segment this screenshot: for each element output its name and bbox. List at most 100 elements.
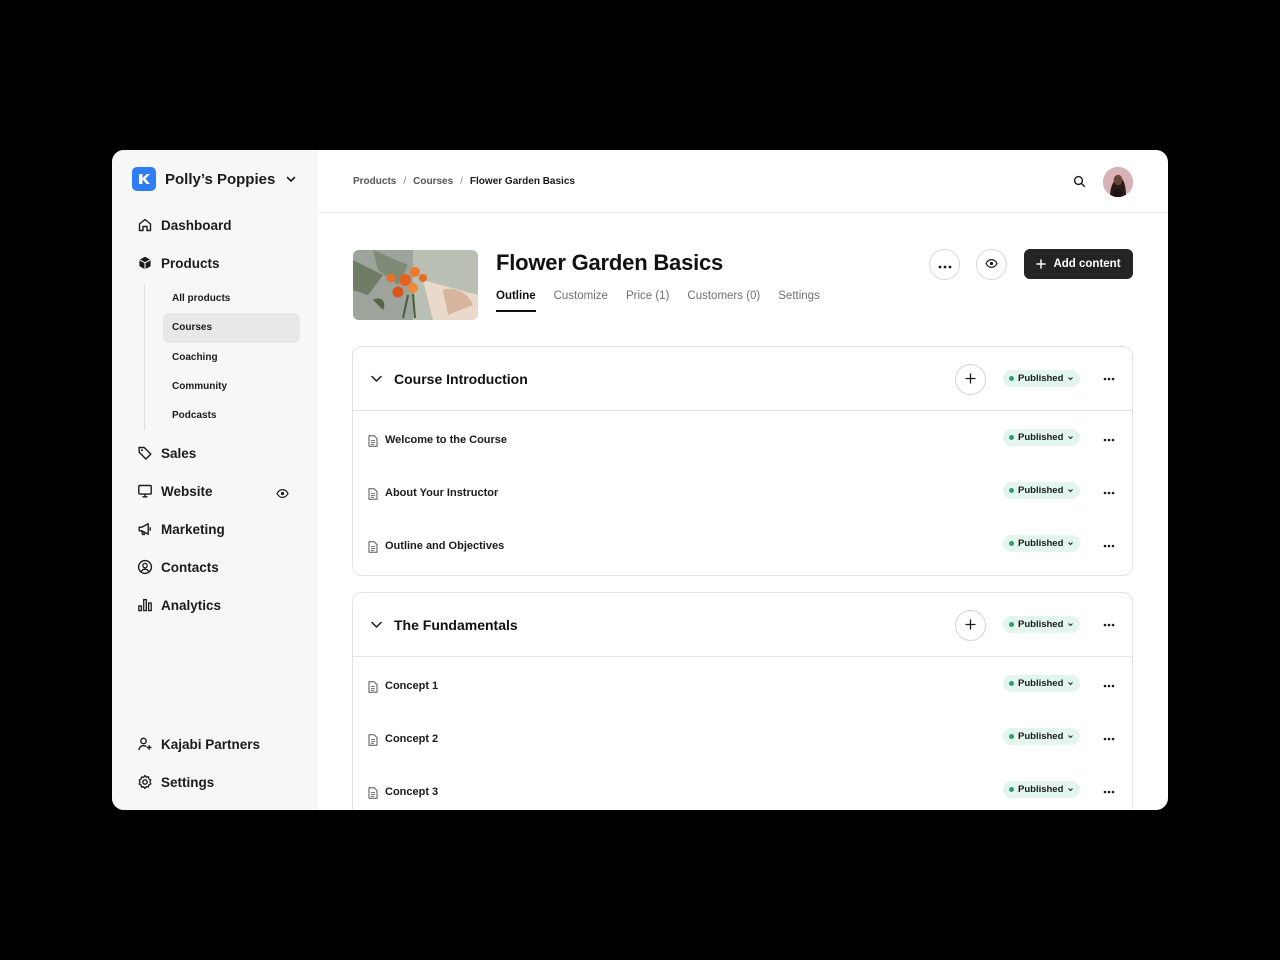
lesson-title: Concept 1	[385, 680, 439, 692]
sidebar-item-contacts[interactable]: Contacts	[136, 555, 219, 579]
more-horizontal-icon[interactable]	[1101, 617, 1117, 633]
status-badge[interactable]: Published	[1003, 429, 1081, 446]
section-header: The Fundamentals Published	[353, 593, 1132, 657]
lesson-row[interactable]: About Your Instructor Published	[353, 464, 1132, 517]
avatar[interactable]	[1103, 167, 1133, 197]
page-title: Flower Garden Basics	[496, 250, 724, 275]
status-badge[interactable]: Published	[1003, 728, 1081, 745]
sidebar-item-marketing[interactable]: Marketing	[136, 517, 225, 541]
status-dot	[1009, 622, 1014, 627]
add-content-label: Add content	[1053, 258, 1121, 270]
more-horizontal-icon[interactable]	[1101, 731, 1117, 747]
add-lesson-button[interactable]	[955, 364, 986, 395]
plus-icon	[1036, 259, 1047, 269]
more-horizontal-icon[interactable]	[1101, 485, 1117, 501]
sidebar-item-label: Contacts	[161, 559, 219, 575]
megaphone-icon	[136, 520, 154, 538]
more-options-button[interactable]	[929, 249, 960, 280]
site-name: Polly’s Poppies	[165, 170, 276, 188]
sidebar-item-settings[interactable]: Settings	[136, 770, 214, 794]
status-label: Published	[1018, 731, 1064, 742]
tab-price[interactable]: Price (1)	[626, 290, 669, 312]
app-window: Polly’s Poppies Dashboard Products All p…	[112, 150, 1168, 810]
tab-settings[interactable]: Settings	[778, 290, 820, 312]
sidebar-item-label: Kajabi Partners	[161, 736, 261, 752]
status-badge[interactable]: Published	[1003, 675, 1081, 692]
status-dot	[1009, 376, 1014, 381]
chevron-down-icon[interactable]	[370, 618, 383, 636]
sidebar-item-website[interactable]: Website	[136, 479, 213, 503]
breadcrumb-link-courses[interactable]: Courses	[413, 176, 453, 187]
lesson-row[interactable]: Outline and Objectives Published	[353, 517, 1132, 570]
top-bar: Products / Courses / Flower Garden Basic…	[318, 150, 1168, 213]
more-horizontal-icon	[938, 256, 952, 274]
search-icon[interactable]	[1073, 175, 1086, 193]
sidebar: Polly’s Poppies Dashboard Products All p…	[112, 150, 318, 810]
lesson-title: Outline and Objectives	[385, 540, 505, 552]
sidebar-item-products[interactable]: Products	[136, 251, 220, 275]
tab-outline[interactable]: Outline	[496, 290, 536, 312]
sidebar-item-sales[interactable]: Sales	[136, 441, 196, 465]
subnav-item-coaching[interactable]: Coaching	[163, 343, 300, 372]
status-label: Published	[1018, 373, 1064, 384]
more-horizontal-icon[interactable]	[1101, 371, 1117, 387]
add-content-button[interactable]: Add content	[1024, 249, 1133, 279]
lesson-row[interactable]: Concept 2 Published	[353, 710, 1132, 763]
status-label: Published	[1018, 678, 1064, 689]
bar-chart-icon	[136, 596, 154, 614]
course-section: Course Introduction Published Welcome to…	[352, 346, 1133, 576]
lesson-row[interactable]: Concept 3 Published	[353, 763, 1132, 810]
chevron-down-icon[interactable]	[370, 372, 383, 390]
subnav-item-podcasts[interactable]: Podcasts	[163, 401, 300, 430]
status-label: Published	[1018, 619, 1064, 630]
sidebar-item-label: Analytics	[161, 597, 222, 613]
tab-customers[interactable]: Customers (0)	[687, 290, 760, 312]
sidebar-item-label: Products	[161, 255, 220, 271]
breadcrumb-separator: /	[403, 176, 407, 187]
user-plus-icon	[136, 735, 154, 753]
main-content: Products / Courses / Flower Garden Basic…	[318, 150, 1168, 810]
eye-icon[interactable]	[276, 486, 289, 504]
more-horizontal-icon[interactable]	[1101, 432, 1117, 448]
chevron-down-icon	[1067, 621, 1074, 628]
sidebar-item-dashboard[interactable]: Dashboard	[136, 213, 232, 237]
add-lesson-button[interactable]	[955, 610, 986, 641]
sidebar-item-label: Sales	[161, 445, 197, 461]
breadcrumb-link-products[interactable]: Products	[353, 176, 396, 187]
more-horizontal-icon[interactable]	[1101, 784, 1117, 800]
status-label: Published	[1018, 784, 1064, 795]
sidebar-item-analytics[interactable]: Analytics	[136, 593, 221, 617]
chevron-down-icon	[1067, 786, 1074, 793]
lesson-row[interactable]: Concept 1 Published	[353, 657, 1132, 710]
product-tabs: Outline Customize Price (1) Customers (0…	[496, 290, 838, 312]
status-badge[interactable]: Published	[1003, 616, 1081, 633]
sidebar-item-label: Settings	[161, 774, 215, 790]
subnav-item-courses[interactable]: Courses	[163, 313, 300, 343]
sidebar-item-label: Website	[161, 483, 213, 499]
monitor-icon	[136, 482, 154, 500]
status-badge[interactable]: Published	[1003, 482, 1081, 499]
status-dot	[1009, 734, 1014, 739]
more-horizontal-icon[interactable]	[1101, 678, 1117, 694]
status-badge[interactable]: Published	[1003, 535, 1081, 552]
status-dot	[1009, 435, 1014, 440]
eye-icon	[985, 256, 998, 274]
tab-customize[interactable]: Customize	[554, 290, 608, 312]
subnav-item-community[interactable]: Community	[163, 372, 300, 401]
document-icon	[368, 434, 378, 452]
preview-button[interactable]	[976, 249, 1007, 280]
status-badge[interactable]: Published	[1003, 370, 1081, 387]
subnav-item-all-products[interactable]: All products	[163, 284, 300, 313]
chevron-down-icon	[1067, 487, 1074, 494]
status-badge[interactable]: Published	[1003, 781, 1081, 798]
more-horizontal-icon[interactable]	[1101, 538, 1117, 554]
site-switcher[interactable]: Polly’s Poppies	[132, 167, 297, 191]
lesson-title: Concept 3	[385, 786, 439, 798]
document-icon	[368, 786, 378, 804]
lesson-row[interactable]: Welcome to the Course Published	[353, 411, 1132, 464]
chevron-down-icon	[1067, 733, 1074, 740]
sidebar-item-kajabi-partners[interactable]: Kajabi Partners	[136, 732, 260, 756]
status-label: Published	[1018, 432, 1064, 443]
document-icon	[368, 733, 378, 751]
lesson-title: About Your Instructor	[385, 487, 499, 499]
